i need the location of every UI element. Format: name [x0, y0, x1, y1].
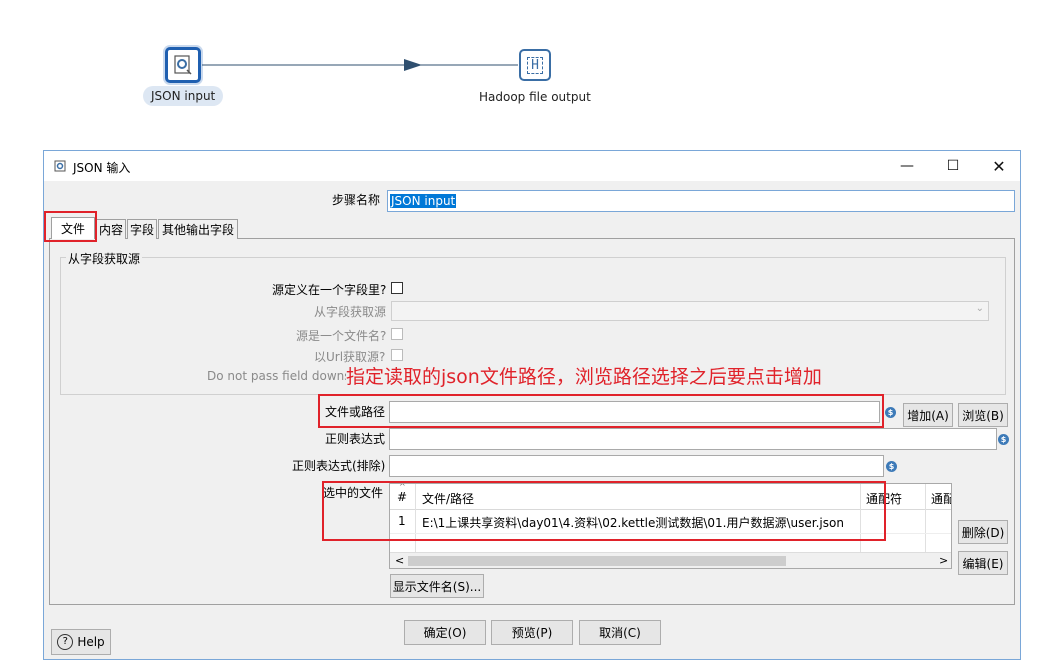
regex-exclude-variable-icon: $ — [886, 461, 897, 472]
step-name-label: 步骤名称 — [332, 193, 381, 207]
browse-button[interactable]: 浏览(B) — [958, 403, 1008, 427]
scroll-right-icon[interactable]: > — [939, 554, 948, 567]
header-wildcard-2[interactable]: 通配 — [931, 490, 951, 507]
step-name-value: JSON input — [390, 194, 457, 208]
ok-button[interactable]: 确定(O) — [404, 620, 486, 645]
delete-button[interactable]: 删除(D) — [958, 520, 1008, 544]
json-input-dialog: JSON 输入 — ☐ ✕ 步骤名称 JSON input 文件 内容 字段 其… — [43, 150, 1021, 660]
source-in-field-label: 源定义在一个字段里? — [272, 283, 387, 297]
file-path-label: 文件或路径 — [325, 405, 386, 419]
regex-label: 正则表达式 — [325, 432, 386, 446]
dialog-app-icon — [54, 160, 66, 172]
tab-highlight-box — [44, 211, 97, 242]
json-input-step-label[interactable]: JSON input — [143, 86, 224, 106]
canvas: JSON input H Hadoop file output — [0, 0, 1061, 140]
maximize-button[interactable]: ☐ — [930, 151, 976, 181]
minimize-button[interactable]: — — [884, 151, 930, 181]
variable-icon: $ — [885, 407, 896, 418]
hadoop-h-icon: H — [527, 56, 543, 74]
dialog-title: JSON 输入 — [73, 161, 131, 175]
do-not-pass-label: Do not pass field downs — [207, 369, 351, 383]
help-icon: ? — [57, 634, 74, 650]
tab-fields[interactable]: 字段 — [127, 219, 157, 239]
add-button[interactable]: 增加(A) — [903, 403, 953, 427]
source-in-field-checkbox[interactable] — [391, 282, 403, 294]
json-file-icon — [174, 55, 192, 75]
scroll-left-icon[interactable]: < — [395, 554, 404, 567]
selected-files-highlight-box — [322, 481, 886, 541]
source-is-filename-checkbox[interactable] — [391, 328, 403, 340]
hadoop-output-step-icon[interactable]: H — [519, 49, 551, 81]
file-path-input[interactable] — [389, 401, 880, 423]
help-label: Help — [77, 635, 105, 649]
cancel-button[interactable]: 取消(C) — [579, 620, 661, 645]
help-button[interactable]: ? Help — [51, 629, 111, 655]
regex-input[interactable] — [389, 428, 997, 450]
regex-exclude-label: 正则表达式(排除) — [292, 459, 386, 473]
get-from-field-select[interactable]: ⌄ — [391, 301, 989, 321]
hadoop-output-step-label[interactable]: Hadoop file output — [479, 90, 591, 104]
tab-other-output-fields[interactable]: 其他输出字段 — [158, 219, 238, 239]
step-name-input[interactable]: JSON input — [387, 190, 1015, 212]
preview-button[interactable]: 预览(P) — [491, 620, 573, 645]
regex-variable-icon: $ — [998, 434, 1009, 445]
hop-arrow[interactable] — [202, 58, 520, 72]
chevron-down-icon: ⌄ — [975, 303, 984, 314]
dialog-titlebar[interactable]: JSON 输入 — ☐ ✕ — [44, 151, 1020, 181]
tab-content[interactable]: 内容 — [96, 219, 126, 239]
get-from-field-label: 从字段获取源 — [314, 305, 387, 319]
scrollbar-thumb[interactable] — [408, 556, 786, 566]
regex-exclude-input[interactable] — [389, 455, 884, 477]
annotation-text: 指定读取的json文件路径，浏览路径选择之后要点击增加 — [346, 362, 822, 389]
close-button[interactable]: ✕ — [976, 151, 1022, 181]
json-input-step-icon[interactable] — [165, 47, 201, 83]
source-is-filename-label: 源是一个文件名? — [296, 329, 387, 343]
show-filenames-button[interactable]: 显示文件名(S)... — [390, 574, 484, 598]
edit-button[interactable]: 编辑(E) — [958, 551, 1008, 575]
read-from-url-checkbox[interactable] — [391, 349, 403, 361]
horizontal-scrollbar[interactable]: < > — [390, 552, 951, 568]
group-title: 从字段获取源 — [66, 250, 143, 267]
